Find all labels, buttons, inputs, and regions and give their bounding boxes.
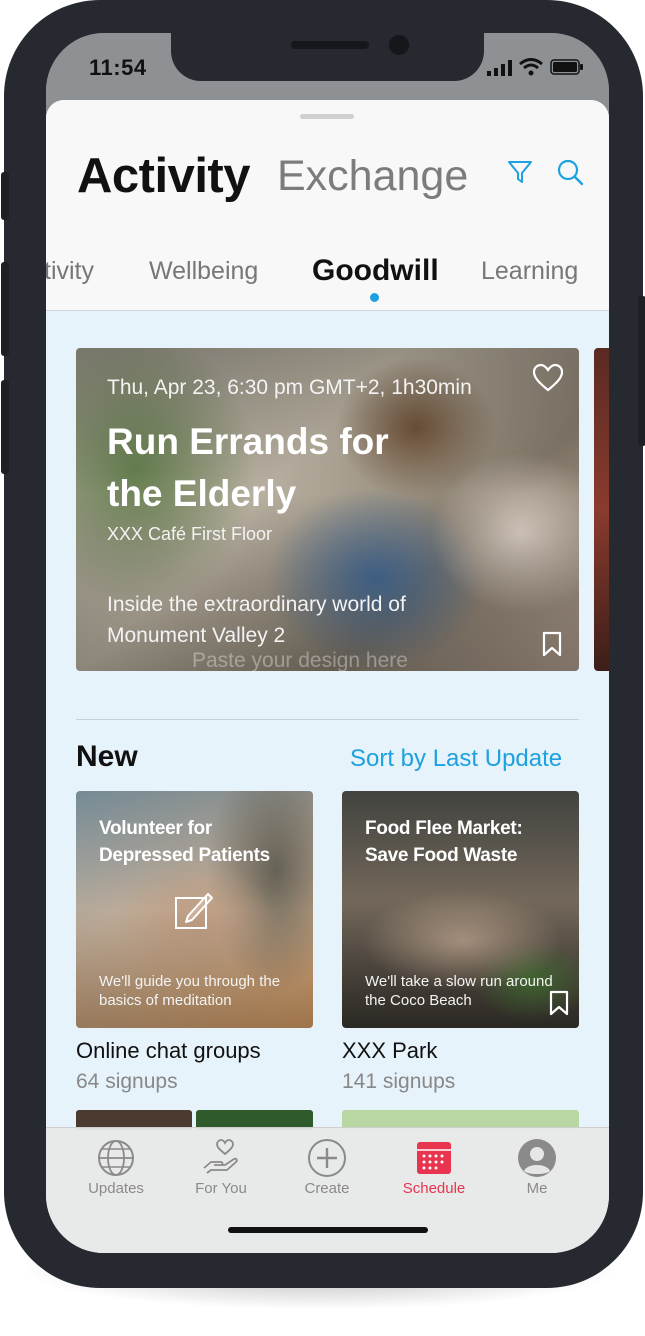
watermark-text: Paste your design here — [192, 649, 408, 671]
status-time: 11:54 — [89, 55, 147, 80]
page-title[interactable]: Activity — [77, 148, 251, 204]
volume-up-button — [1, 262, 9, 356]
tab-activity[interactable]: tivity — [46, 257, 94, 286]
featured-location: XXX Café First Floor — [107, 524, 273, 544]
filter-icon[interactable] — [506, 158, 534, 186]
tab-bar-updates[interactable]: Updates — [71, 1138, 161, 1197]
tab-bar-label: For You — [195, 1180, 247, 1197]
header: Activity Exchange tivity Wellbeing Goodw… — [46, 100, 609, 311]
globe-icon — [98, 1140, 134, 1176]
card-signups: 141 signups — [342, 1070, 456, 1093]
tab-bar-schedule[interactable]: Schedule — [389, 1138, 479, 1197]
heart-icon[interactable] — [532, 363, 564, 393]
edit-icon[interactable] — [174, 890, 214, 930]
tab-bar-label: Updates — [88, 1180, 144, 1197]
bookmark-icon[interactable] — [549, 990, 569, 1016]
tab-bar-label: Create — [304, 1180, 350, 1197]
battery-icon — [550, 59, 583, 75]
home-indicator[interactable] — [228, 1227, 428, 1233]
screen: 11:54 Activity Exchange tivity Wellbeing… — [46, 33, 609, 1253]
power-button — [638, 296, 645, 446]
card-signups: 64 signups — [76, 1070, 178, 1093]
next-featured-card-peek[interactable] — [594, 348, 609, 671]
tab-wellbeing[interactable]: Wellbeing — [149, 257, 258, 286]
bookmark-icon[interactable] — [542, 631, 562, 657]
avatar-icon — [518, 1139, 556, 1177]
hand-heart-icon — [203, 1139, 238, 1174]
featured-card[interactable]: Thu, Apr 23, 6:30 pm GMT+2, 1h30min Run … — [76, 348, 579, 671]
signal-icon — [487, 60, 512, 76]
plus-circle-icon — [308, 1139, 346, 1177]
calendar-icon — [417, 1142, 451, 1174]
tab-bar-label: Me — [526, 1180, 548, 1197]
notch — [171, 33, 484, 81]
volume-down-button — [1, 380, 9, 474]
mute-switch — [1, 172, 9, 220]
active-tab-indicator — [370, 293, 379, 302]
sort-button[interactable]: Sort by Last Update — [350, 745, 562, 773]
sheet-grabber[interactable] — [300, 114, 354, 119]
card-name[interactable]: Online chat groups — [76, 1038, 261, 1064]
card-description: We'll guide you through the basics of me… — [99, 973, 281, 1009]
phone-frame: 11:54 Activity Exchange tivity Wellbeing… — [1, 0, 645, 1288]
featured-title: Run Errands for the Elderly — [107, 421, 389, 514]
activity-card[interactable]: Volunteer for Depressed Patients We'll g… — [76, 791, 313, 1028]
tab-bar-for-you[interactable]: For You — [176, 1138, 266, 1197]
section-title-new: New — [76, 740, 138, 773]
activity-card[interactable]: Food Flee Market: Save Food Waste We'll … — [342, 791, 579, 1028]
section-divider — [76, 719, 579, 720]
card-name[interactable]: XXX Park — [342, 1038, 437, 1064]
tab-bar: Updates For You Create Schedule Me — [46, 1127, 609, 1253]
card-description: We'll take a slow run around the Coco Be… — [365, 973, 553, 1009]
tab-bar-label: Schedule — [402, 1180, 466, 1197]
tab-goodwill[interactable]: Goodwill — [312, 254, 439, 288]
featured-description: Inside the extraordinary world of Monume… — [107, 593, 406, 647]
featured-date: Thu, Apr 23, 6:30 pm GMT+2, 1h30min — [107, 376, 472, 399]
speaker — [291, 41, 369, 49]
card-title: Food Flee Market: Save Food Waste — [365, 818, 523, 866]
activity-sheet: Activity Exchange tivity Wellbeing Goodw… — [46, 100, 609, 1253]
wifi-icon — [519, 58, 543, 76]
card-title: Volunteer for Depressed Patients — [99, 818, 270, 866]
camera — [389, 35, 409, 55]
tab-bar-create[interactable]: Create — [282, 1138, 372, 1197]
tab-bar-me[interactable]: Me — [492, 1138, 582, 1197]
page-title-secondary[interactable]: Exchange — [277, 152, 468, 201]
tab-learning[interactable]: Learning — [481, 257, 578, 286]
status-bar: 11:54 — [46, 33, 609, 105]
search-icon[interactable] — [556, 158, 584, 186]
